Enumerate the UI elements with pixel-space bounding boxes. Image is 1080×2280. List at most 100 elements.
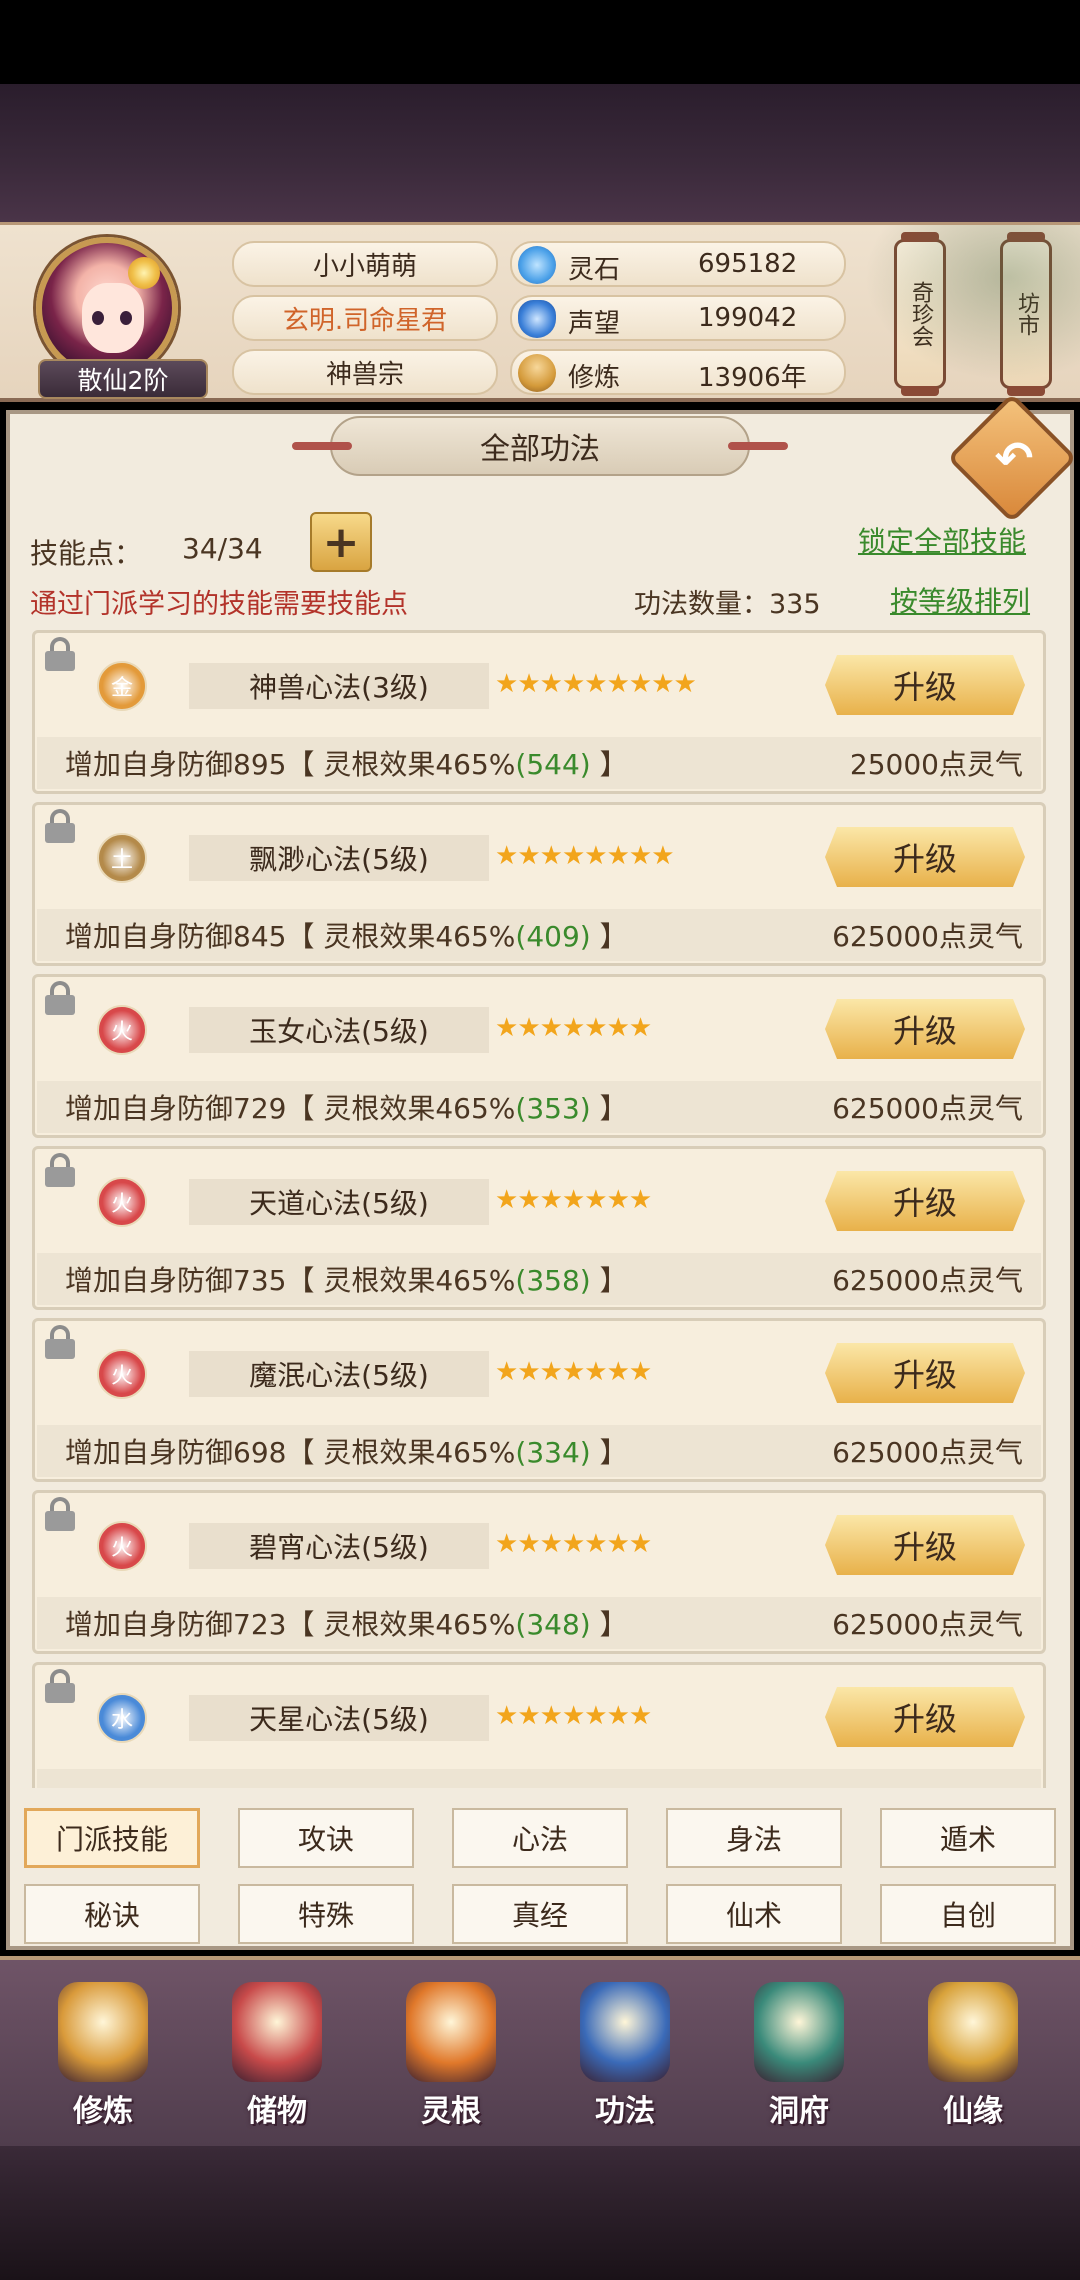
- lock-icon[interactable]: [45, 1153, 75, 1187]
- upgrade-button[interactable]: 升级: [825, 1171, 1025, 1231]
- skill-row[interactable]: 土 飘渺心法(5级) ★ ★ ★ ★ ★ ★ ★ ★ 升级 增加自身防御845【 灵根效果46…: [32, 802, 1046, 966]
- stat-value: 695182: [698, 249, 798, 279]
- skill-desc-suffix: 】: [590, 1436, 628, 1469]
- skill-row[interactable]: 水 天星心法(5级) ★ ★ ★ ★ ★ ★ ★ 升级: [32, 1662, 1046, 1788]
- category-tab[interactable]: 遁术: [880, 1808, 1056, 1868]
- skill-row[interactable]: 金 神兽心法(3级) ★ ★ ★ ★ ★ ★ ★ ★ ★ 升级 增加自身防御895【 灵根效果4…: [32, 630, 1046, 794]
- lock-body: [45, 1167, 75, 1187]
- upgrade-button[interactable]: 升级: [825, 999, 1025, 1059]
- player-sect: 神兽宗: [232, 349, 498, 395]
- star-icon: ★: [539, 669, 563, 699]
- side-tab-treasure-fair[interactable]: 奇珍会: [894, 232, 946, 396]
- star-icon: ★: [561, 1357, 585, 1387]
- star-icon: ★: [517, 1701, 540, 1731]
- star-icon: ★: [606, 1701, 630, 1731]
- skill-desc-suffix: 】: [590, 1608, 628, 1641]
- add-skill-point-button[interactable]: +: [310, 512, 372, 572]
- star-icon: ★: [628, 1529, 652, 1559]
- nav-label: 灵根: [421, 2094, 481, 2129]
- star-icon: ★: [495, 1013, 518, 1043]
- stat-reputation: 声望 199042: [510, 295, 846, 341]
- category-tab[interactable]: 攻诀: [238, 1808, 414, 1868]
- category-tab[interactable]: 特殊: [238, 1884, 414, 1944]
- side-tab-market[interactable]: 坊市: [1000, 232, 1052, 396]
- star-icon: ★: [651, 841, 674, 871]
- category-tab[interactable]: 自创: [880, 1884, 1056, 1944]
- star-icon: ★: [606, 669, 630, 699]
- element-badge: 土: [97, 833, 147, 883]
- star-icon: ★: [539, 1357, 563, 1387]
- nav-item[interactable]: 储物: [202, 1972, 352, 2142]
- skill-list[interactable]: 金 神兽心法(3级) ★ ★ ★ ★ ★ ★ ★ ★ ★ 升级 增加自身防御895【 灵根效果4…: [32, 630, 1046, 1788]
- nav-item[interactable]: 洞府: [724, 1972, 874, 2142]
- category-tab[interactable]: 真经: [452, 1884, 628, 1944]
- lock-icon[interactable]: [45, 981, 75, 1015]
- skill-desc-bonus: (409): [515, 920, 591, 953]
- category-tab[interactable]: 秘诀: [24, 1884, 200, 1944]
- star-icon: ★: [584, 1013, 607, 1043]
- star-icon: ★: [495, 1357, 518, 1387]
- star-icon: ★: [584, 1701, 607, 1731]
- lock-all-skills-link[interactable]: 锁定全部技能: [858, 520, 1026, 560]
- nav-item[interactable]: 仙缘: [898, 1972, 1048, 2142]
- reputation-crystal-icon: [518, 300, 556, 338]
- lock-icon[interactable]: [45, 1669, 75, 1703]
- cave-mansion-icon: [754, 1982, 844, 2082]
- upgrade-button[interactable]: 升级: [825, 1687, 1025, 1747]
- star-icon: ★: [606, 1013, 630, 1043]
- skill-name: 神兽心法(3级): [189, 663, 489, 709]
- skill-name: 天道心法(5级): [189, 1179, 489, 1225]
- star-icon: ★: [517, 669, 540, 699]
- upgrade-button[interactable]: 升级: [825, 1343, 1025, 1403]
- skill-desc-prefix: 增加自身防御698【 灵根效果465%: [65, 1436, 516, 1469]
- star-icon: ★: [628, 1185, 652, 1215]
- lock-icon[interactable]: [45, 809, 75, 843]
- star-icon: ★: [628, 669, 652, 699]
- skill-row[interactable]: 火 魔泯心法(5级) ★ ★ ★ ★ ★ ★ ★ 升级 增加自身防御698【 灵根效果465…: [32, 1318, 1046, 1482]
- nav-item[interactable]: 灵根: [376, 1972, 526, 2142]
- skill-desc-prefix: 增加自身防御729【 灵根效果465%: [65, 1092, 516, 1125]
- nav-item[interactable]: 功法: [550, 1972, 700, 2142]
- skill-stars: ★ ★ ★ ★ ★ ★ ★: [495, 1701, 652, 1733]
- category-tab[interactable]: 心法: [452, 1808, 628, 1868]
- lock-icon[interactable]: [45, 637, 75, 671]
- nav-item[interactable]: 修炼: [28, 1972, 178, 2142]
- back-arrow-icon[interactable]: ↶: [984, 428, 1044, 488]
- stat-spirit-stone: 灵石 695182: [510, 241, 846, 287]
- element-badge: 水: [97, 1693, 147, 1743]
- player-title[interactable]: 玄明.司命星君: [232, 295, 498, 341]
- star-icon: ★: [539, 1701, 563, 1731]
- skill-desc: 增加自身防御698【 灵根效果465%(334) 】: [65, 1431, 628, 1471]
- skill-name: 玉女心法(5级): [189, 1007, 489, 1053]
- category-tab[interactable]: 门派技能: [24, 1808, 200, 1868]
- star-icon: ★: [517, 1013, 540, 1043]
- skill-row[interactable]: 火 玉女心法(5级) ★ ★ ★ ★ ★ ★ ★ 升级 增加自身防御729【 灵根效果465…: [32, 974, 1046, 1138]
- stat-label: 声望: [568, 309, 621, 339]
- element-badge: 火: [97, 1177, 147, 1227]
- upgrade-button[interactable]: 升级: [825, 827, 1025, 887]
- skill-row[interactable]: 火 天道心法(5级) ★ ★ ★ ★ ★ ★ ★ 升级 增加自身防御735【 灵根效果465…: [32, 1146, 1046, 1310]
- star-icon: ★: [606, 1529, 630, 1559]
- category-tab[interactable]: 仙术: [666, 1884, 842, 1944]
- avatar[interactable]: 散仙2阶: [28, 231, 208, 399]
- star-icon: ★: [584, 1185, 607, 1215]
- star-icon: ★: [517, 1529, 540, 1559]
- category-tab[interactable]: 身法: [666, 1808, 842, 1868]
- upgrade-button[interactable]: 升级: [825, 1515, 1025, 1575]
- skill-name: 飘渺心法(5级): [189, 835, 489, 881]
- star-icon: ★: [584, 1529, 607, 1559]
- sort-by-level-link[interactable]: 按等级排列: [890, 580, 1030, 620]
- lock-icon[interactable]: [45, 1325, 75, 1359]
- skill-row[interactable]: 火 碧宵心法(5级) ★ ★ ★ ★ ★ ★ ★ 升级 增加自身防御723【 灵根效果465…: [32, 1490, 1046, 1654]
- star-icon: ★: [561, 1529, 585, 1559]
- skill-desc-bonus: (334): [515, 1436, 591, 1469]
- panel-title: 全部功法: [292, 416, 788, 476]
- upgrade-button[interactable]: 升级: [825, 655, 1025, 715]
- spirit-stone-icon: [518, 246, 556, 284]
- skill-cost: 625000点灵气: [832, 920, 1023, 953]
- lock-icon[interactable]: [45, 1497, 75, 1531]
- avatar-eye-right: [120, 311, 132, 325]
- stat-value: 199042: [698, 303, 798, 333]
- star-icon: ★: [517, 841, 540, 871]
- skill-name: 碧宵心法(5级): [189, 1523, 489, 1569]
